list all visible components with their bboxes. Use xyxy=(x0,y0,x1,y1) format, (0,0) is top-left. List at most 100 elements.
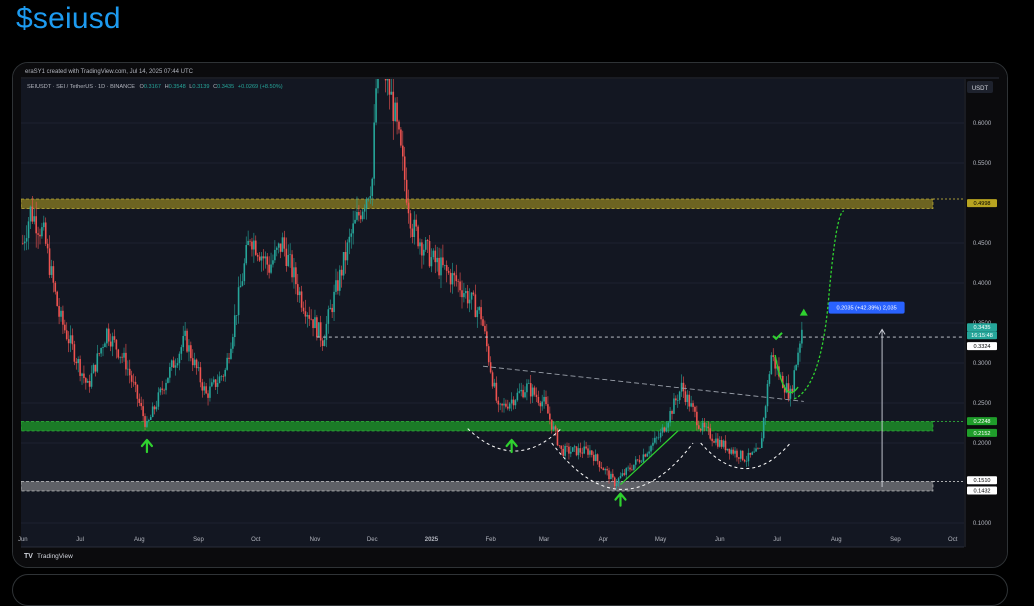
candle-body[interactable] xyxy=(75,361,78,364)
candle-body[interactable] xyxy=(222,376,225,377)
candle-body[interactable] xyxy=(718,440,721,447)
candle-body[interactable] xyxy=(121,356,123,358)
candle-body[interactable] xyxy=(659,432,662,438)
candle-body[interactable] xyxy=(302,307,305,312)
candle-body[interactable] xyxy=(417,226,419,247)
candle-body[interactable] xyxy=(522,389,524,398)
candle-body[interactable] xyxy=(226,357,228,370)
candle-body[interactable] xyxy=(596,454,599,462)
candle-body[interactable] xyxy=(455,275,458,282)
candle-body[interactable] xyxy=(182,335,185,348)
zone-bottom-zone-top[interactable] xyxy=(21,481,934,492)
candle-body[interactable] xyxy=(478,307,480,311)
candle-body[interactable] xyxy=(640,461,643,463)
candle-body[interactable] xyxy=(583,446,585,454)
candle-body[interactable] xyxy=(119,356,122,358)
candle-body[interactable] xyxy=(327,309,330,324)
candle-body[interactable] xyxy=(793,370,796,392)
candle-body[interactable] xyxy=(398,121,400,130)
candle-body[interactable] xyxy=(676,400,679,401)
candle-body[interactable] xyxy=(256,254,259,257)
candle-body[interactable] xyxy=(161,388,164,390)
candle-body[interactable] xyxy=(592,454,595,461)
candle-body[interactable] xyxy=(665,427,668,432)
candle-body[interactable] xyxy=(411,228,414,238)
candle-body[interactable] xyxy=(629,467,631,470)
candle-body[interactable] xyxy=(587,448,589,455)
candle-body[interactable] xyxy=(615,483,618,486)
candle-body[interactable] xyxy=(71,335,74,345)
candle-body[interactable] xyxy=(562,448,564,456)
candle-body[interactable] xyxy=(128,368,131,376)
candle-body[interactable] xyxy=(394,102,396,122)
candle-body[interactable] xyxy=(123,352,125,358)
candle-body[interactable] xyxy=(604,469,607,471)
candle-body[interactable] xyxy=(283,237,286,249)
candle-body[interactable] xyxy=(634,459,637,465)
candle-body[interactable] xyxy=(317,322,320,338)
candle-body[interactable] xyxy=(220,376,223,377)
candle-body[interactable] xyxy=(402,145,404,157)
candle-body[interactable] xyxy=(342,252,345,276)
candle-body[interactable] xyxy=(621,473,624,477)
candle-body[interactable] xyxy=(512,399,515,406)
candle-body[interactable] xyxy=(507,406,509,409)
candle-body[interactable] xyxy=(109,341,112,347)
candle-body[interactable] xyxy=(170,360,173,368)
candle-body[interactable] xyxy=(253,240,255,250)
candle-body[interactable] xyxy=(669,411,671,423)
candle-body[interactable] xyxy=(705,426,708,428)
candle-body[interactable] xyxy=(304,311,307,317)
candle-body[interactable] xyxy=(258,256,261,261)
candle-body[interactable] xyxy=(312,319,314,329)
candle-body[interactable] xyxy=(591,450,593,455)
candle-body[interactable] xyxy=(453,273,456,276)
candle-body[interactable] xyxy=(606,469,608,471)
candle-body[interactable] xyxy=(405,179,408,203)
candle-body[interactable] xyxy=(400,129,402,146)
candle-body[interactable] xyxy=(690,403,692,407)
candle-body[interactable] xyxy=(67,339,70,344)
candle-body[interactable] xyxy=(138,398,141,403)
candle-body[interactable] xyxy=(22,243,24,244)
candle-body[interactable] xyxy=(724,440,727,451)
candle-body[interactable] xyxy=(610,473,612,480)
candle-body[interactable] xyxy=(797,352,799,365)
candle-body[interactable] xyxy=(287,254,290,266)
candle-body[interactable] xyxy=(289,254,291,255)
candle-body[interactable] xyxy=(262,256,265,259)
level-label-dashed[interactable]: 0.3324 xyxy=(967,342,997,351)
candle-body[interactable] xyxy=(270,264,272,273)
candle-body[interactable] xyxy=(451,273,454,285)
candle-body[interactable] xyxy=(745,461,748,462)
candle-body[interactable] xyxy=(403,156,406,180)
candle-body[interactable] xyxy=(329,307,332,310)
candle-body[interactable] xyxy=(573,446,576,448)
candle-body[interactable] xyxy=(237,287,240,316)
candle-body[interactable] xyxy=(529,383,532,397)
candle-body[interactable] xyxy=(709,428,712,439)
candle-body[interactable] xyxy=(371,178,374,196)
candle-body[interactable] xyxy=(447,270,450,273)
candle-body[interactable] xyxy=(365,198,368,209)
candle-body[interactable] xyxy=(757,448,759,449)
candle-body[interactable] xyxy=(482,319,484,326)
candle-body[interactable] xyxy=(201,382,204,391)
level-label-bottom-top[interactable]: 0.1510 xyxy=(967,476,997,485)
candle-body[interactable] xyxy=(358,212,360,216)
candle-body[interactable] xyxy=(468,299,471,304)
candle-body[interactable] xyxy=(558,445,561,446)
candle-body[interactable] xyxy=(543,396,545,402)
candle-body[interactable] xyxy=(224,369,227,377)
candle-body[interactable] xyxy=(230,348,232,359)
candle-body[interactable] xyxy=(556,429,559,446)
candle-body[interactable] xyxy=(554,426,557,430)
candle-body[interactable] xyxy=(180,347,183,354)
candle-body[interactable] xyxy=(203,386,206,391)
candle-body[interactable] xyxy=(111,336,114,347)
candle-body[interactable] xyxy=(612,473,614,478)
candle-body[interactable] xyxy=(102,347,104,349)
candle-body[interactable] xyxy=(239,285,242,288)
candle-body[interactable] xyxy=(654,437,656,443)
candle-body[interactable] xyxy=(466,291,469,304)
